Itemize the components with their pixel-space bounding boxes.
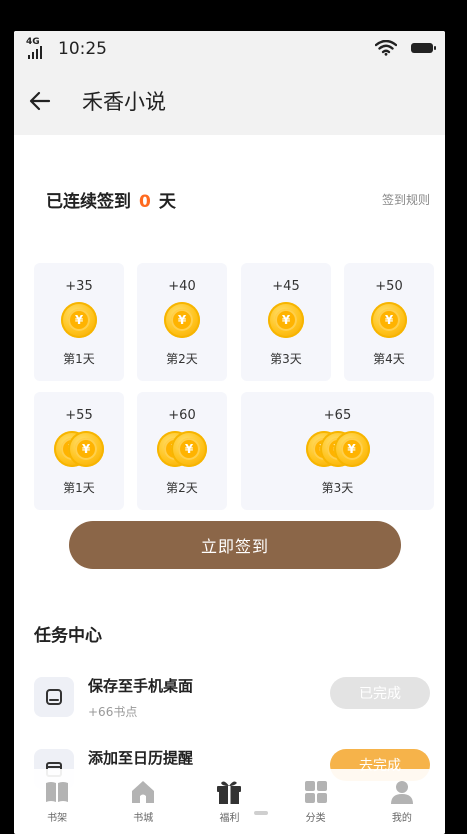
coin-symbol: ¥ [275, 309, 297, 331]
coin-icon: ¥ [171, 431, 207, 467]
coin-stack-icon: ¥ [61, 302, 97, 342]
coin-stack-icon: ¥ [164, 302, 200, 342]
coin-stack-icon: ¥¥ [54, 431, 104, 471]
arrow-left-icon [29, 91, 51, 111]
phone-screen: 4G 10:25 禾香小说 已连续签到 0 天 签到规则 +35 ¥ 第1天 +… [14, 31, 445, 834]
day-label: 第2天 [166, 352, 198, 366]
day-bonus: +40 [168, 279, 196, 294]
sign-in-day-card: +45 ¥ 第3天 [241, 263, 331, 381]
day-bonus: +35 [65, 279, 93, 294]
app-header: 禾香小说 [14, 67, 445, 135]
coin-stack-icon: ¥¥ [157, 431, 207, 471]
task-name: 添加至日历提醒 [88, 749, 194, 767]
task-status-button[interactable]: 已完成 [330, 677, 430, 709]
coin-stack-icon: ¥¥¥ [305, 431, 370, 471]
day-label: 第1天 [63, 481, 95, 495]
signal-icon: 4G [26, 37, 48, 60]
save-icon [34, 677, 74, 717]
battery-icon [411, 43, 436, 53]
status-bar: 4G 10:25 [14, 31, 445, 67]
coin-symbol: ¥ [378, 309, 400, 331]
task-center-title: 任务中心 [34, 626, 102, 646]
coin-icon: ¥ [61, 302, 97, 338]
coin-stack-icon: ¥ [371, 302, 407, 342]
day-bonus: +55 [65, 408, 93, 423]
gift-icon [217, 781, 242, 804]
tab-bookshelf[interactable]: 书架 [27, 777, 87, 824]
coin-icon: ¥ [68, 431, 104, 467]
tab-category[interactable]: 分类 [286, 777, 346, 824]
day-label: 第3天 [270, 352, 302, 366]
wifi-icon [375, 40, 397, 56]
bottom-tab-bar: 书架 书城 福利 分类 我的 [14, 769, 445, 834]
day-bonus: +50 [375, 279, 403, 294]
coin-symbol: ¥ [75, 438, 97, 460]
day-label: 第1天 [63, 352, 95, 366]
category-icon [304, 781, 327, 803]
sign-in-day-card: +50 ¥ 第4天 [344, 263, 434, 381]
coin-icon: ¥ [333, 431, 370, 467]
day-bonus: +60 [168, 408, 196, 423]
profile-icon [390, 781, 413, 804]
day-bonus: +65 [323, 408, 352, 423]
sign-in-day-card: +55 ¥¥ 第1天 [34, 392, 124, 510]
coin-icon: ¥ [164, 302, 200, 338]
coin-icon: ¥ [371, 302, 407, 338]
home-indicator [254, 811, 268, 815]
page-title: 禾香小说 [82, 90, 166, 114]
coin-symbol: ¥ [340, 438, 363, 460]
bookstore-icon [132, 781, 155, 803]
task-name: 保存至手机桌面 [88, 677, 194, 695]
bookshelf-icon [46, 782, 69, 802]
task-reward: +66书点 [88, 705, 138, 719]
sign-in-rules-link[interactable]: 签到规则 [382, 191, 430, 208]
tab-bookstore[interactable]: 书城 [113, 777, 173, 824]
coin-symbol: ¥ [171, 309, 193, 331]
sign-in-day-card: +60 ¥¥ 第2天 [137, 392, 227, 510]
streak-text: 已连续签到 0 天 [46, 192, 176, 212]
day-label: 第3天 [321, 481, 354, 495]
task-item-save-desktop: 保存至手机桌面 +66书点 已完成 [34, 671, 430, 731]
coin-stack-icon: ¥ [268, 302, 304, 342]
day-label: 第4天 [373, 352, 405, 366]
tab-profile[interactable]: 我的 [372, 777, 432, 824]
day-label: 第2天 [166, 481, 198, 495]
day-bonus: +45 [272, 279, 300, 294]
sign-in-day-card: +40 ¥ 第2天 [137, 263, 227, 381]
coin-symbol: ¥ [68, 309, 90, 331]
coin-icon: ¥ [268, 302, 304, 338]
tab-welfare[interactable]: 福利 [199, 777, 259, 824]
sign-in-day-card: +65 ¥¥¥ 第3天 [241, 392, 434, 510]
coin-symbol: ¥ [178, 438, 200, 460]
status-time: 10:25 [58, 39, 107, 59]
sign-in-day-card: +35 ¥ 第1天 [34, 263, 124, 381]
back-button[interactable] [14, 67, 66, 135]
streak-count: 0 [139, 192, 151, 212]
sign-in-button[interactable]: 立即签到 [69, 521, 401, 569]
